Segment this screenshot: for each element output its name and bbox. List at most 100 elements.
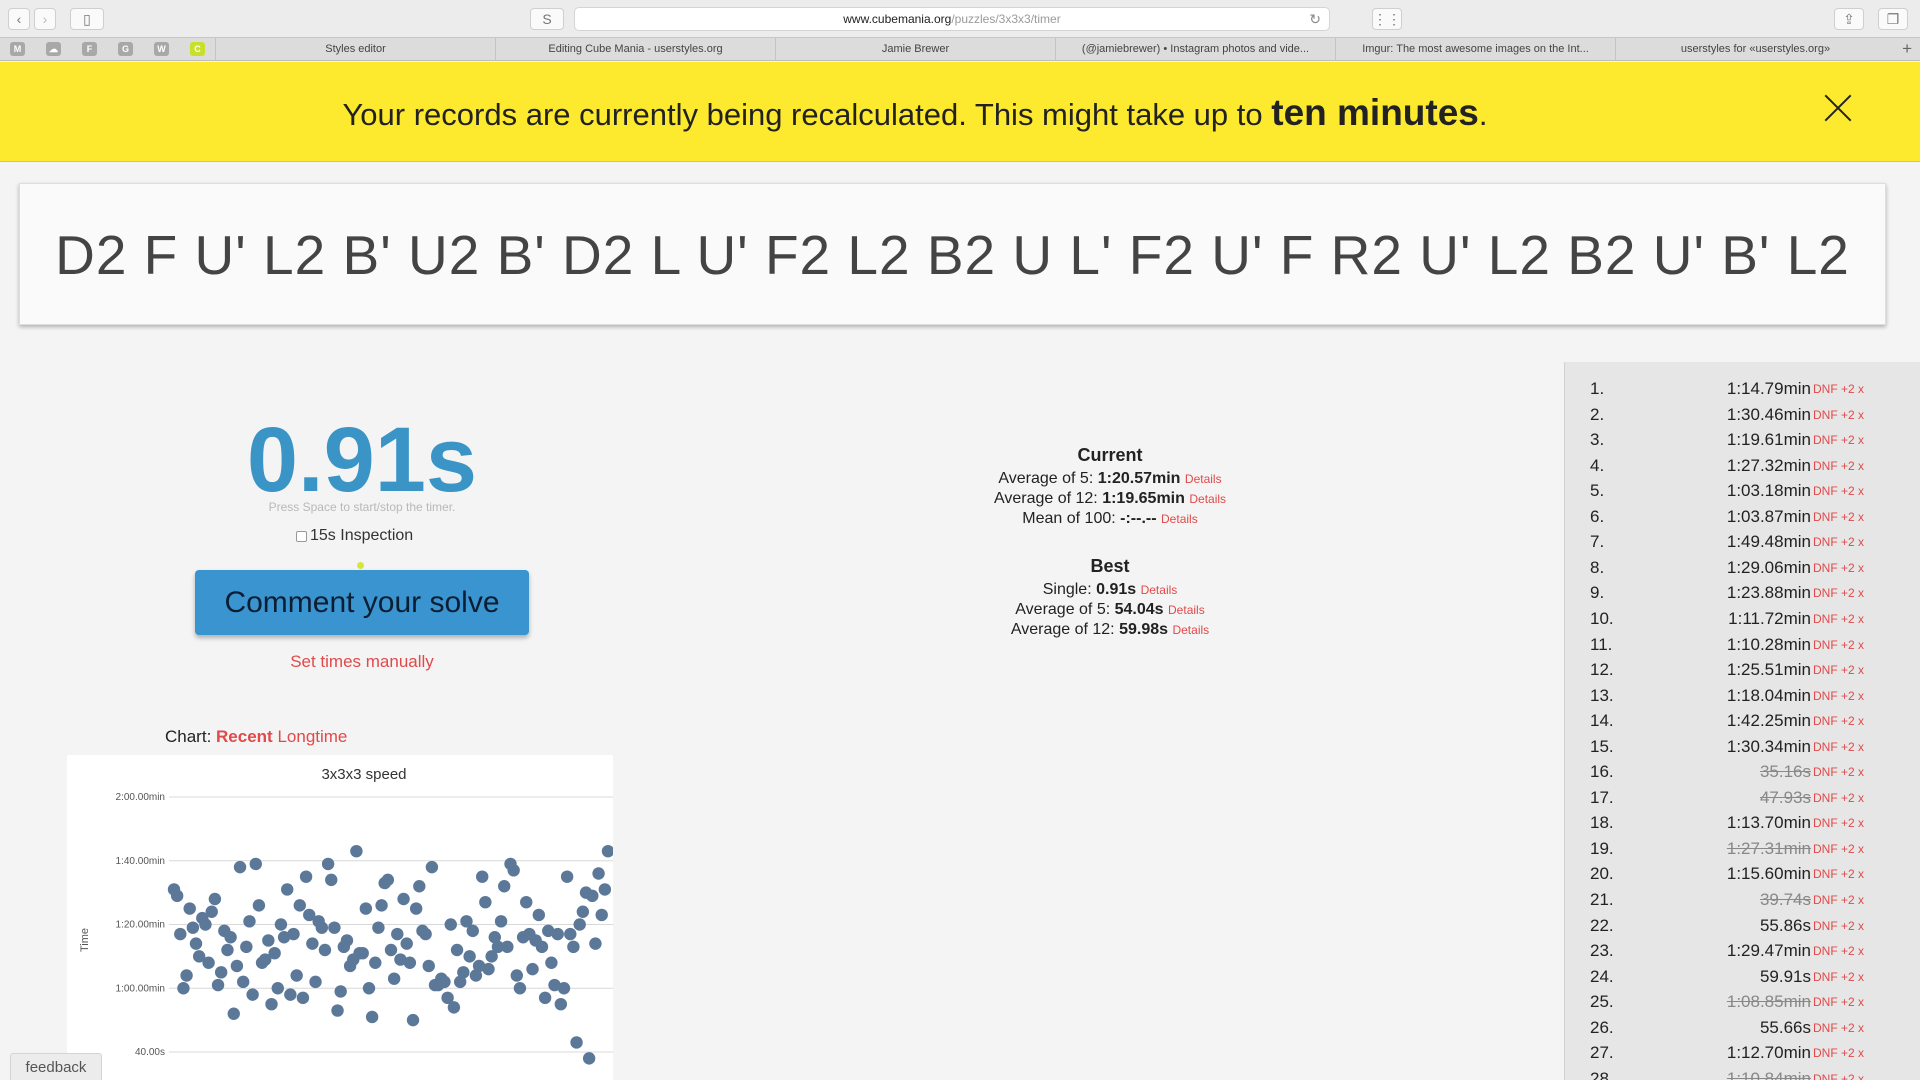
address-bar[interactable]: www.cubemania.org/puzzles/3x3x3/timer ↻ xyxy=(574,7,1330,31)
delete-time-button[interactable]: x xyxy=(1858,638,1864,652)
plus-two-button[interactable]: +2 xyxy=(1841,484,1855,498)
delete-time-button[interactable]: x xyxy=(1858,1021,1864,1035)
plus-two-button[interactable]: +2 xyxy=(1841,816,1855,830)
plus-two-button[interactable]: +2 xyxy=(1841,1072,1855,1080)
delete-time-button[interactable]: x xyxy=(1858,944,1864,958)
delete-time-button[interactable]: x xyxy=(1858,816,1864,830)
set-times-manually-link[interactable]: Set times manually xyxy=(162,652,562,672)
dnf-button[interactable]: DNF xyxy=(1813,995,1838,1009)
tab-instagram[interactable]: (@jamiebrewer) • Instagram photos and vi… xyxy=(1055,38,1335,61)
mail-favicon-icon[interactable]: M xyxy=(10,42,25,56)
dnf-button[interactable]: DNF xyxy=(1813,408,1838,422)
reload-icon[interactable]: ↻ xyxy=(1309,8,1321,30)
current-mean100-details-link[interactable]: Details xyxy=(1161,512,1198,526)
dnf-button[interactable]: DNF xyxy=(1813,791,1838,805)
dnf-button[interactable]: DNF xyxy=(1813,535,1838,549)
dnf-button[interactable]: DNF xyxy=(1813,586,1838,600)
extension-s-button[interactable]: S xyxy=(530,8,564,30)
delete-time-button[interactable]: x xyxy=(1858,740,1864,754)
delete-time-button[interactable]: x xyxy=(1858,484,1864,498)
current-avg12-details-link[interactable]: Details xyxy=(1189,492,1226,506)
dnf-button[interactable]: DNF xyxy=(1813,842,1838,856)
dnf-button[interactable]: DNF xyxy=(1813,510,1838,524)
tabs-overview-icon[interactable]: ❐ xyxy=(1878,8,1908,30)
delete-time-button[interactable]: x xyxy=(1858,459,1864,473)
delete-time-button[interactable]: x xyxy=(1858,893,1864,907)
plus-two-button[interactable]: +2 xyxy=(1841,842,1855,856)
delete-time-button[interactable]: x xyxy=(1858,408,1864,422)
dnf-button[interactable]: DNF xyxy=(1813,740,1838,754)
f-favicon-icon[interactable]: F xyxy=(82,42,97,56)
plus-two-button[interactable]: +2 xyxy=(1841,638,1855,652)
dnf-button[interactable]: DNF xyxy=(1813,893,1838,907)
delete-time-button[interactable]: x xyxy=(1858,1072,1864,1080)
plus-two-button[interactable]: +2 xyxy=(1841,408,1855,422)
plus-two-button[interactable]: +2 xyxy=(1841,612,1855,626)
dnf-button[interactable]: DNF xyxy=(1813,561,1838,575)
g-favicon-icon[interactable]: G xyxy=(118,42,133,56)
inspection-checkbox[interactable] xyxy=(296,530,307,542)
dnf-button[interactable]: DNF xyxy=(1813,816,1838,830)
w-favicon-icon[interactable]: W xyxy=(154,42,169,56)
delete-time-button[interactable]: x xyxy=(1858,689,1864,703)
plus-two-button[interactable]: +2 xyxy=(1841,535,1855,549)
plus-two-button[interactable]: +2 xyxy=(1841,867,1855,881)
plus-two-button[interactable]: +2 xyxy=(1841,893,1855,907)
delete-time-button[interactable]: x xyxy=(1858,842,1864,856)
plus-two-button[interactable]: +2 xyxy=(1841,561,1855,575)
plus-two-button[interactable]: +2 xyxy=(1841,995,1855,1009)
dnf-button[interactable]: DNF xyxy=(1813,638,1838,652)
dnf-button[interactable]: DNF xyxy=(1813,689,1838,703)
delete-time-button[interactable]: x xyxy=(1858,433,1864,447)
chart-recent-link[interactable]: Recent xyxy=(216,727,273,746)
plus-two-button[interactable]: +2 xyxy=(1841,765,1855,779)
plus-two-button[interactable]: +2 xyxy=(1841,791,1855,805)
plus-two-button[interactable]: +2 xyxy=(1841,689,1855,703)
comment-solve-button[interactable]: Comment your solve xyxy=(195,570,529,635)
dnf-button[interactable]: DNF xyxy=(1813,867,1838,881)
best-avg12-details-link[interactable]: Details xyxy=(1172,623,1209,637)
plus-two-button[interactable]: +2 xyxy=(1841,970,1855,984)
plus-two-button[interactable]: +2 xyxy=(1841,433,1855,447)
plus-two-button[interactable]: +2 xyxy=(1841,459,1855,473)
delete-time-button[interactable]: x xyxy=(1858,561,1864,575)
forward-icon[interactable]: › xyxy=(34,8,56,30)
tab-jamie-brewer[interactable]: Jamie Brewer xyxy=(775,38,1055,61)
best-single-details-link[interactable]: Details xyxy=(1141,583,1178,597)
tab-imgur[interactable]: Imgur: The most awesome images on the In… xyxy=(1335,38,1615,61)
delete-time-button[interactable]: x xyxy=(1858,867,1864,881)
plus-two-button[interactable]: +2 xyxy=(1841,1021,1855,1035)
delete-time-button[interactable]: x xyxy=(1858,612,1864,626)
dnf-button[interactable]: DNF xyxy=(1813,459,1838,473)
dnf-button[interactable]: DNF xyxy=(1813,714,1838,728)
plus-two-button[interactable]: +2 xyxy=(1841,586,1855,600)
dnf-button[interactable]: DNF xyxy=(1813,484,1838,498)
dnf-button[interactable]: DNF xyxy=(1813,919,1838,933)
tab-userstyles[interactable]: userstyles for «userstyles.org» xyxy=(1615,38,1895,61)
current-avg5-details-link[interactable]: Details xyxy=(1185,472,1222,486)
plus-two-button[interactable]: +2 xyxy=(1841,714,1855,728)
dnf-button[interactable]: DNF xyxy=(1813,970,1838,984)
plus-two-button[interactable]: +2 xyxy=(1841,919,1855,933)
plus-two-button[interactable]: +2 xyxy=(1841,740,1855,754)
delete-time-button[interactable]: x xyxy=(1858,765,1864,779)
delete-time-button[interactable]: x xyxy=(1858,382,1864,396)
delete-time-button[interactable]: x xyxy=(1858,663,1864,677)
share-icon[interactable]: ⇪ xyxy=(1834,8,1864,30)
dnf-button[interactable]: DNF xyxy=(1813,1046,1838,1060)
feedback-button[interactable]: feedback xyxy=(10,1053,102,1080)
dnf-button[interactable]: DNF xyxy=(1813,1021,1838,1035)
dnf-button[interactable]: DNF xyxy=(1813,663,1838,677)
delete-time-button[interactable]: x xyxy=(1858,970,1864,984)
delete-time-button[interactable]: x xyxy=(1858,510,1864,524)
delete-time-button[interactable]: x xyxy=(1858,535,1864,549)
dnf-button[interactable]: DNF xyxy=(1813,382,1838,396)
chart-longtime-link[interactable]: Longtime xyxy=(277,727,347,746)
dnf-button[interactable]: DNF xyxy=(1813,433,1838,447)
new-tab-icon[interactable]: + xyxy=(1902,38,1912,60)
tab-styles-editor[interactable]: Styles editor xyxy=(215,38,495,61)
dnf-button[interactable]: DNF xyxy=(1813,1072,1838,1080)
inspection-toggle[interactable]: 15s Inspection xyxy=(296,527,413,545)
sidebar-toggle-icon[interactable]: ▯ xyxy=(70,8,104,30)
dnf-button[interactable]: DNF xyxy=(1813,944,1838,958)
